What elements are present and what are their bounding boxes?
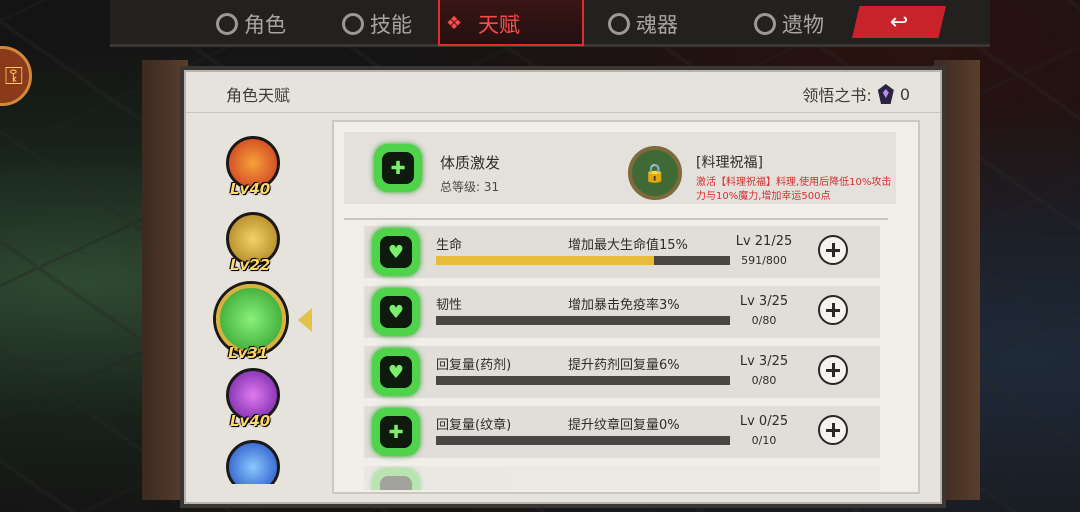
- soul-vessel-icon: [608, 13, 630, 35]
- class-level: Lv22: [230, 256, 271, 274]
- class-level: Lv40: [230, 412, 271, 430]
- talent-name: 生命: [436, 238, 463, 253]
- book-count: 0: [899, 84, 910, 104]
- tab-talent[interactable]: ❖ 天赋: [438, 0, 584, 46]
- cooking-blessing-icon[interactable]: 🔒: [628, 146, 682, 200]
- talent-content: ✚ 体质激发 总等级: 31 🔒 [料理祝福] 激活【料理祝福】料理,使用后降低…: [332, 120, 920, 494]
- talent-name: 回复量(纹章): [436, 418, 512, 433]
- talent-progress-bar: [436, 436, 730, 445]
- blessing-description: 激活【料理祝福】料理,使用后降低10%攻击力与10%魔力,增加幸运500点: [696, 177, 892, 202]
- talent-name: 韧性: [436, 298, 463, 313]
- talent-row: ♥ 生命 增加最大生命值15% Lv 21/25 591/800: [364, 226, 880, 278]
- talent-level: Lv 3/25: [739, 294, 789, 309]
- talent-row: ✚ 回复量(纹章) 提升纹章回复量0% Lv 0/25 0/10: [364, 406, 880, 458]
- talent-description: 增加暴击免疫率3%: [568, 298, 680, 313]
- talent-row: ♥ 韧性 增加暴击免疫率3% Lv 3/25 0/80: [364, 286, 880, 338]
- talent-level: Lv 3/25: [739, 354, 789, 369]
- heart-icon: ♥: [372, 228, 420, 276]
- talent-tree-name: 体质激发: [440, 154, 501, 172]
- talent-progress-bar: [436, 376, 730, 385]
- talent-xp: 591/800: [741, 254, 787, 267]
- gem-icon: [877, 84, 894, 104]
- tab-soul-vessel[interactable]: 魂器: [608, 6, 678, 42]
- talent-description: 提升药剂回复量6%: [568, 358, 680, 373]
- emblem-heart-icon: ✚: [372, 408, 420, 456]
- talent-row: ♥ 回复量(药剂) 提升药剂回复量6% Lv 3/25 0/80: [364, 346, 880, 398]
- tab-label: 遗物: [782, 13, 824, 37]
- panel-title: 角色天赋: [226, 86, 291, 105]
- divider: [344, 218, 888, 220]
- skill-icon: [342, 13, 364, 35]
- tab-label: 技能: [370, 13, 412, 37]
- talent-name: 回复量(药剂): [436, 358, 512, 373]
- blessing-title: [料理祝福]: [696, 155, 763, 171]
- class-level: Lv31: [228, 344, 269, 362]
- talent-icon: ❖: [446, 13, 463, 34]
- class-frost-button[interactable]: [226, 440, 280, 484]
- upgrade-plus-button[interactable]: [818, 415, 848, 445]
- tab-relic[interactable]: 遗物: [754, 6, 824, 42]
- talent-summary: ✚ 体质激发 总等级: 31 🔒 [料理祝福] 激活【料理祝福】料理,使用后降低…: [344, 132, 896, 204]
- talent-xp: 0/80: [751, 314, 777, 327]
- constitution-summary-icon: ✚: [374, 144, 422, 192]
- upgrade-plus-button[interactable]: [818, 235, 848, 265]
- talent-description: 增加最大生命值15%: [568, 238, 688, 253]
- tab-label: 角色: [244, 13, 286, 37]
- class-constitution-button[interactable]: Lv31: [216, 284, 286, 362]
- tab-label: 魂器: [636, 13, 678, 37]
- relic-icon: [754, 13, 776, 35]
- progress-fill: [436, 256, 654, 265]
- book-label: 领悟之书:: [802, 86, 872, 105]
- back-button[interactable]: ↩: [852, 6, 946, 38]
- potion-heart-icon: ♥: [372, 348, 420, 396]
- back-arrow-icon: ↩: [889, 9, 909, 35]
- talent-xp: 0/80: [751, 374, 777, 387]
- selection-arrow-icon: [298, 308, 312, 332]
- talent-progress-bar: [436, 256, 730, 265]
- class-arcane-button[interactable]: Lv40: [226, 368, 280, 430]
- wood-frame-left: [142, 60, 188, 500]
- tab-character[interactable]: 角色: [216, 6, 286, 42]
- tab-skill[interactable]: 技能: [342, 6, 412, 42]
- talent-progress-bar: [436, 316, 730, 325]
- talent-description: 提升纹章回复量0%: [568, 418, 680, 433]
- upgrade-plus-button[interactable]: [818, 295, 848, 325]
- frost-icon: [226, 440, 280, 484]
- total-level: 总等级: 31: [440, 180, 500, 194]
- talent-panel: 角色天赋 领悟之书: 0 Lv40 Lv22 Lv31 Lv40 ✚ 体质激发 …: [184, 70, 942, 504]
- tab-label: 天赋: [478, 13, 520, 37]
- character-icon: [216, 13, 238, 35]
- talent-level: Lv 0/25: [739, 414, 789, 429]
- talent-level: Lv 21/25: [735, 234, 793, 249]
- panel-header: 角色天赋 领悟之书: 0: [186, 72, 940, 113]
- enlightenment-book: 领悟之书: 0: [802, 82, 910, 106]
- treasure-icon: ⚿: [4, 62, 23, 90]
- toughness-heart-icon: ♥: [372, 288, 420, 336]
- class-level: Lv40: [230, 180, 271, 198]
- upgrade-plus-button[interactable]: [818, 355, 848, 385]
- talent-icon: [372, 468, 420, 490]
- talent-xp: 0/10: [751, 434, 777, 447]
- class-fire-button[interactable]: Lv40: [226, 136, 280, 198]
- class-shield-button[interactable]: Lv22: [226, 212, 280, 274]
- talent-row-partial: [364, 466, 880, 490]
